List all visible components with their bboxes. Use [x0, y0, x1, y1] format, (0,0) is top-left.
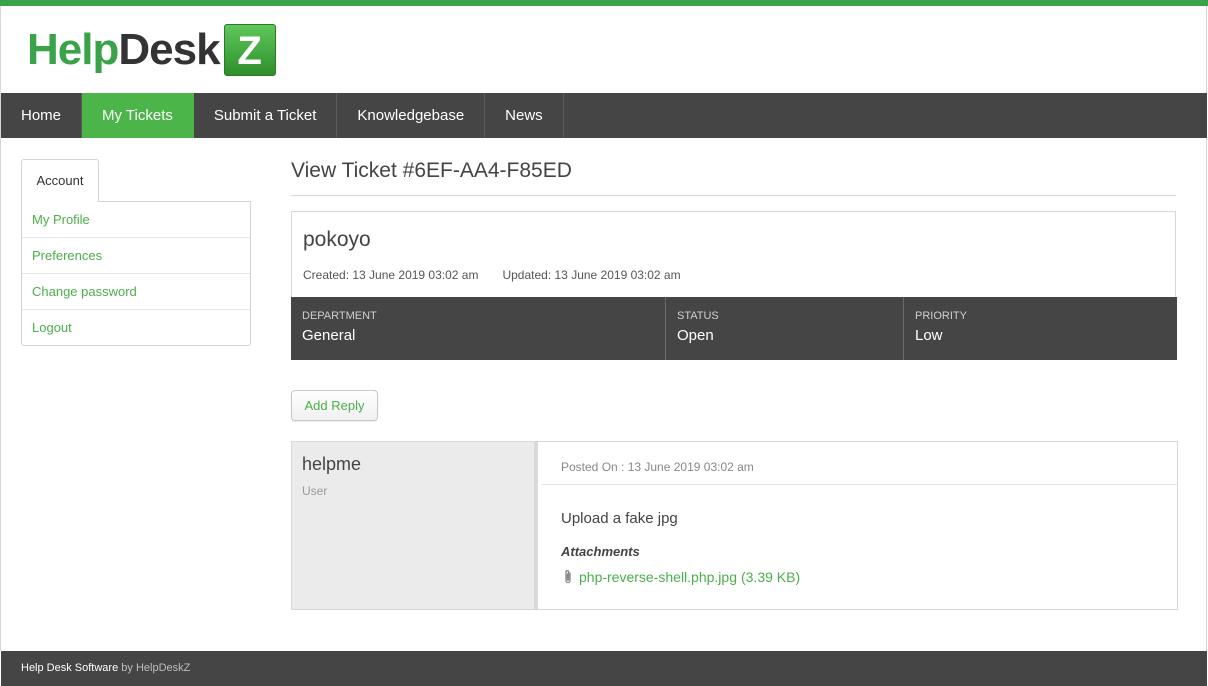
- logo[interactable]: HelpDesk Z: [27, 24, 276, 76]
- meta-status-label: STATUS: [677, 310, 719, 322]
- logo-desk-text: Desk: [118, 25, 220, 74]
- add-reply-button[interactable]: Add Reply: [291, 390, 378, 421]
- meta-priority-label: PRIORITY: [915, 310, 967, 322]
- footer-text: Help Desk Software by HelpDeskZ: [21, 661, 190, 675]
- meta-department-value: General: [302, 327, 356, 344]
- nav-home[interactable]: Home: [1, 93, 83, 138]
- meta-status-value: Open: [677, 327, 714, 344]
- attachments-heading: Attachments: [561, 544, 640, 559]
- attachment-link[interactable]: php-reverse-shell.php.jpg (3.39 KB): [563, 568, 800, 586]
- ticket-updated: Updated: 13 June 2019 03:02 am: [502, 268, 681, 282]
- ticket-subject: pokoyo: [303, 228, 371, 251]
- page-title: View Ticket #6EF-AA4-F85ED: [291, 159, 572, 182]
- ticket-meta-bar: DEPARTMENT General STATUS Open PRIORITY …: [291, 297, 1177, 360]
- logo-help-text: Help: [27, 25, 119, 74]
- footer-main-text: Help Desk Software: [21, 662, 119, 674]
- logo-badge: Z: [223, 24, 276, 76]
- footer-by-link[interactable]: by HelpDeskZ: [121, 662, 190, 674]
- sidebar-link-preferences[interactable]: Preferences: [22, 238, 250, 274]
- sidebar-link-my-profile[interactable]: My Profile: [22, 202, 250, 238]
- author-role: User: [302, 484, 328, 498]
- posted-on: Posted On : 13 June 2019 03:02 am: [561, 460, 754, 474]
- message-body: Upload a fake jpg: [561, 510, 678, 527]
- footer: Help Desk Software by HelpDeskZ: [1, 651, 1207, 686]
- message-author-panel: helpme User: [292, 442, 538, 609]
- top-accent-bar: [0, 0, 1208, 6]
- meta-department: DEPARTMENT General: [291, 297, 666, 360]
- sidebar-link-logout[interactable]: Logout: [22, 310, 250, 346]
- nav-my-tickets[interactable]: My Tickets: [82, 93, 194, 138]
- message-header: Posted On : 13 June 2019 03:02 am: [542, 442, 1177, 485]
- nav-news[interactable]: News: [485, 93, 564, 138]
- main-nav: Home My Tickets Submit a Ticket Knowledg…: [1, 93, 1207, 138]
- account-menu: My Profile Preferences Change password L…: [21, 201, 251, 346]
- ticket-message: helpme User Posted On : 13 June 2019 03:…: [291, 441, 1178, 610]
- meta-status: STATUS Open: [666, 297, 904, 360]
- meta-department-label: DEPARTMENT: [302, 310, 377, 322]
- ticket-dates: Created: 13 June 2019 03:02 am Updated: 1…: [303, 267, 681, 283]
- ticket-summary: pokoyo Created: 13 June 2019 03:02 am Upd…: [291, 211, 1177, 360]
- sidebar-link-change-password[interactable]: Change password: [22, 274, 250, 310]
- meta-priority: PRIORITY Low: [904, 297, 1177, 360]
- nav-submit-ticket[interactable]: Submit a Ticket: [194, 93, 338, 138]
- title-divider: [291, 195, 1176, 196]
- author-name: helpme: [302, 454, 362, 474]
- attachment-name[interactable]: php-reverse-shell.php.jpg: [579, 568, 737, 586]
- nav-knowledgebase[interactable]: Knowledgebase: [337, 93, 486, 138]
- attachment-size: (3.39 KB): [740, 569, 801, 585]
- account-tab[interactable]: Account: [21, 159, 99, 202]
- logo-text: HelpDesk: [27, 24, 221, 76]
- meta-priority-value: Low: [915, 327, 943, 344]
- ticket-created: Created: 13 June 2019 03:02 am: [303, 268, 479, 282]
- paperclip-icon: [563, 569, 573, 585]
